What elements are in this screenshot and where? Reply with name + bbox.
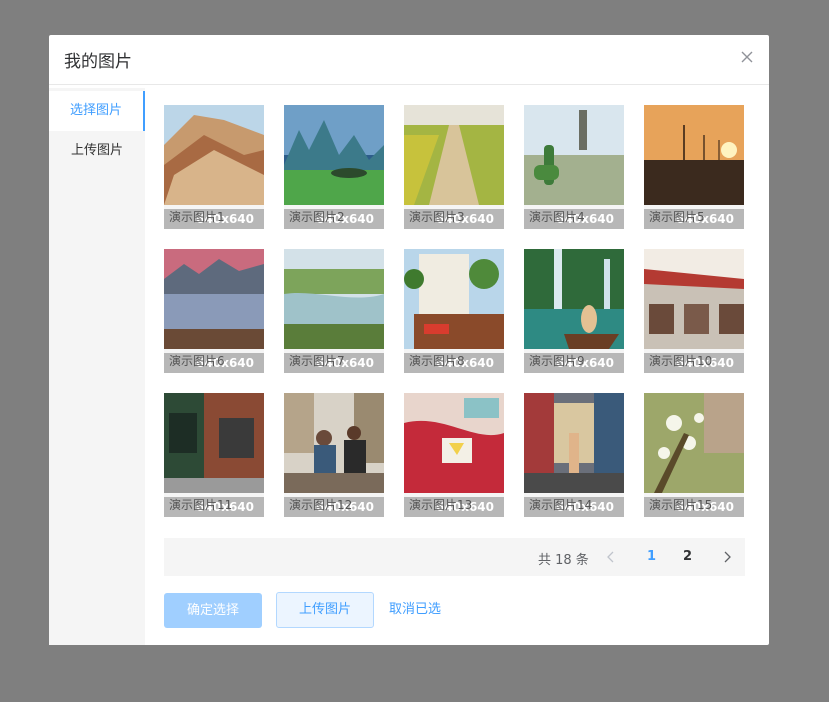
pagination-page-2[interactable]: 2 (683, 548, 692, 566)
image-card[interactable]: 640x640 演示图片3 (404, 105, 504, 229)
image-thumbnail (404, 249, 504, 349)
image-card[interactable]: 640x640 演示图片15 (644, 393, 744, 517)
image-card[interactable]: 640x640 演示图片9 (524, 249, 624, 373)
image-thumbnail (644, 393, 744, 493)
image-caption: 演示图片7 (289, 354, 345, 368)
image-caption: 演示图片8 (409, 354, 465, 368)
confirm-selection-button[interactable]: 确定选择 (164, 593, 262, 628)
image-caption: 演示图片2 (289, 210, 345, 224)
image-card[interactable]: 640x640 演示图片2 (284, 105, 384, 229)
image-picker-dialog: 我的图片 选择图片 上传图片 640x640 演示图片1 640x640 演示图… (49, 35, 769, 645)
image-card[interactable]: 640x640 演示图片8 (404, 249, 504, 373)
image-thumbnail (284, 105, 384, 205)
image-thumbnail (284, 249, 384, 349)
image-card[interactable]: 640x640 演示图片10 (644, 249, 744, 373)
image-card[interactable]: 640x640 演示图片4 (524, 105, 624, 229)
image-thumbnail (524, 249, 624, 349)
image-caption: 演示图片5 (649, 210, 705, 224)
side-menu: 选择图片 上传图片 (49, 88, 145, 645)
dialog-title: 我的图片 (64, 52, 132, 72)
image-caption: 演示图片1 (169, 210, 225, 224)
pagination-total: 共 18 条 (538, 553, 589, 568)
image-thumbnail (644, 105, 744, 205)
image-card[interactable]: 640x640 演示图片12 (284, 393, 384, 517)
image-card[interactable]: 640x640 演示图片14 (524, 393, 624, 517)
image-thumbnail (164, 105, 264, 205)
image-thumbnail (644, 249, 744, 349)
image-caption: 演示图片14 (529, 498, 593, 512)
image-card[interactable]: 640x640 演示图片7 (284, 249, 384, 373)
pagination-page-1[interactable]: 1 (647, 548, 656, 566)
menu-item-upload-images[interactable]: 上传图片 (49, 131, 145, 171)
image-caption: 演示图片11 (169, 498, 233, 512)
image-caption: 演示图片3 (409, 210, 465, 224)
menu-item-select-images[interactable]: 选择图片 (49, 91, 145, 131)
image-thumbnail (284, 393, 384, 493)
image-card[interactable]: 640x640 演示图片11 (164, 393, 264, 517)
image-caption: 演示图片13 (409, 498, 473, 512)
chevron-left-icon[interactable] (604, 549, 618, 565)
clear-selection-link[interactable]: 取消已选 (389, 601, 441, 619)
image-card[interactable]: 640x640 演示图片13 (404, 393, 504, 517)
image-thumbnail (164, 249, 264, 349)
image-thumbnail (524, 393, 624, 493)
image-card[interactable]: 640x640 演示图片5 (644, 105, 744, 229)
image-card[interactable]: 640x640 演示图片6 (164, 249, 264, 373)
image-thumbnail (164, 393, 264, 493)
image-thumbnail (404, 393, 504, 493)
close-icon[interactable] (739, 49, 755, 65)
image-caption: 演示图片15 (649, 498, 713, 512)
image-thumbnail (524, 105, 624, 205)
chevron-right-icon[interactable] (720, 549, 734, 565)
image-caption: 演示图片10 (649, 354, 713, 368)
image-caption: 演示图片6 (169, 354, 225, 368)
image-thumbnail (404, 105, 504, 205)
image-card[interactable]: 640x640 演示图片1 (164, 105, 264, 229)
upload-image-button[interactable]: 上传图片 (276, 592, 374, 628)
pagination: 共 18 条 1 2 (164, 538, 745, 576)
image-caption: 演示图片9 (529, 354, 585, 368)
image-caption: 演示图片12 (289, 498, 353, 512)
dialog-header: 我的图片 (49, 35, 769, 85)
image-caption: 演示图片4 (529, 210, 585, 224)
